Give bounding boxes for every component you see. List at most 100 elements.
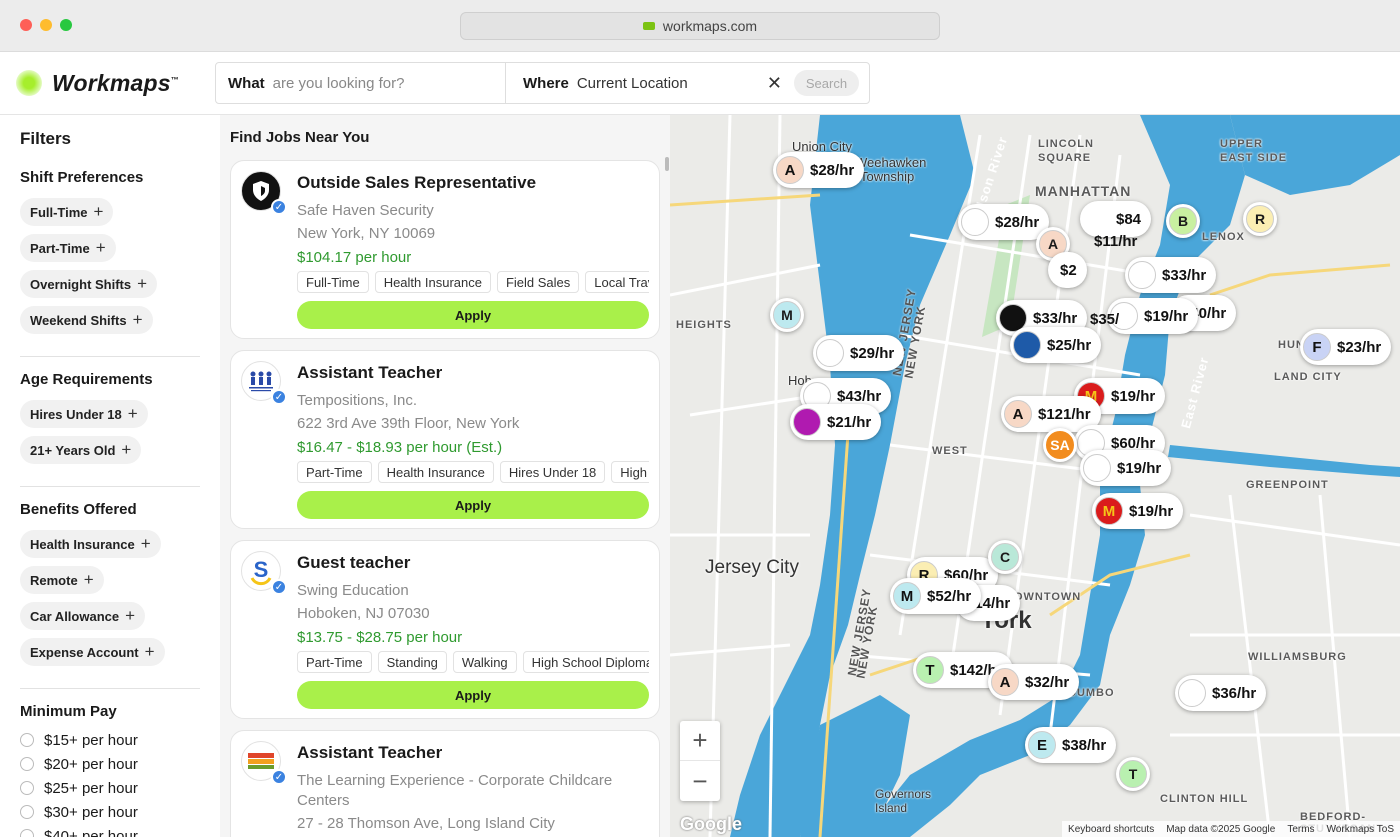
pay-option-25[interactable]: $25+ per hour [20, 776, 200, 800]
maximize-window-button[interactable] [60, 19, 72, 31]
what-input[interactable] [272, 74, 473, 92]
verified-badge-icon: ✓ [271, 199, 287, 215]
close-icon[interactable]: ✕ [767, 73, 782, 94]
scrollbar-thumb[interactable] [665, 157, 669, 171]
job-card[interactable]: S ✓ Guest teacher Swing Education Hoboke… [230, 540, 660, 719]
filter-chip-under-18[interactable]: Hires Under 18 + [20, 400, 148, 428]
job-pin[interactable]: E $38/hr [1025, 727, 1117, 763]
job-tag: Field Sales [496, 271, 580, 293]
pay-option-15[interactable]: $15+ per hour [20, 728, 200, 752]
apply-button[interactable]: Apply [297, 491, 649, 519]
job-tag: Hires Under 18 [499, 461, 606, 483]
job-pin[interactable]: M $19/hr [1092, 493, 1184, 529]
address-bar[interactable]: workmaps.com [460, 12, 940, 40]
zoom-in-button[interactable]: + [680, 721, 720, 761]
job-tag: Standing [377, 651, 447, 673]
site-favicon-icon [642, 22, 655, 30]
zoom-out-button[interactable]: − [680, 761, 720, 801]
filter-chip-car-allowance[interactable]: Car Allowance + [20, 602, 146, 630]
job-bubble[interactable]: SA [1043, 428, 1077, 462]
company-name: Swing Education [297, 582, 409, 599]
filter-chip-health-insurance[interactable]: Health Insurance + [20, 530, 161, 558]
job-card[interactable]: ✓ Assistant Teacher The Learning Experie… [230, 730, 660, 837]
radio-icon [20, 757, 34, 771]
job-pin[interactable]: $11/hr [1082, 223, 1147, 259]
filter-chip-weekend[interactable]: Weekend Shifts + [20, 306, 153, 334]
job-bubble[interactable]: B [1166, 204, 1200, 238]
job-title[interactable]: Assistant Teacher [297, 363, 442, 383]
filter-chip-full-time[interactable]: Full-Time + [20, 198, 114, 226]
pay-option-20[interactable]: $20+ per hour [20, 752, 200, 776]
map-label: Weehawken [855, 155, 927, 170]
browser-chrome: workmaps.com [0, 0, 1400, 52]
logo-text[interactable]: Workmaps™ [52, 70, 179, 97]
job-title[interactable]: Guest teacher [297, 553, 410, 573]
job-pin[interactable]: $29/hr [813, 335, 905, 371]
job-title[interactable]: Assistant Teacher [297, 743, 442, 763]
job-title[interactable]: Outside Sales Representative [297, 173, 536, 193]
map-attribution: Keyboard shortcuts Map data ©2025 Google… [1062, 821, 1400, 837]
job-bubble[interactable]: C [988, 540, 1022, 574]
google-logo: Google [680, 814, 742, 834]
what-label: What [228, 74, 265, 92]
apply-button[interactable]: Apply [297, 681, 649, 709]
plus-icon: + [144, 642, 155, 661]
pin-logo-icon [1128, 261, 1156, 289]
plus-icon: + [95, 238, 106, 257]
job-bubble[interactable]: M [770, 298, 804, 332]
job-card[interactable]: ✓ Outside Sales Representative Safe Have… [230, 160, 660, 339]
job-pin[interactable]: A $28/hr [773, 152, 865, 188]
workmaps-logo-icon[interactable] [16, 70, 42, 96]
where-input[interactable] [576, 74, 767, 92]
workmaps-tos-link[interactable]: Workmaps ToS [1327, 824, 1394, 835]
pin-avatar: A [1004, 400, 1032, 428]
where-label: Where [523, 74, 569, 92]
job-pin[interactable]: $2 [1048, 252, 1087, 288]
where-field[interactable]: Where ✕ Search [506, 70, 869, 96]
filter-chip-part-time[interactable]: Part-Time + [20, 234, 116, 262]
filter-chip-expense-account[interactable]: Expense Account + [20, 638, 165, 666]
job-pin[interactable]: A $32/hr [988, 664, 1080, 700]
close-window-button[interactable] [20, 19, 32, 31]
filter-chip-overnight[interactable]: Overnight Shifts + [20, 270, 158, 298]
job-pin[interactable]: $33/hr [1125, 257, 1217, 293]
map-label: WEST [932, 445, 968, 457]
filter-chip-remote[interactable]: Remote + [20, 566, 104, 594]
site-header: Workmaps™ What Where ✕ Search [0, 52, 1400, 115]
job-pin[interactable]: $28/hr [958, 204, 1050, 240]
search-button[interactable]: Search [794, 70, 859, 96]
job-tags: Part-Time Standing Walking High School Dipl… [297, 651, 649, 675]
pay-option-30[interactable]: $30+ per hour [20, 800, 200, 824]
job-pin[interactable]: $21/hr [790, 404, 882, 440]
pin-logo-icon [1178, 679, 1206, 707]
plus-icon: + [83, 570, 94, 589]
pay-option-40[interactable]: $40+ per hour [20, 824, 200, 837]
terms-link[interactable]: Terms [1287, 824, 1314, 835]
job-pin[interactable]: M $52/hr [890, 578, 982, 614]
job-pin[interactable]: F $23/hr [1300, 329, 1392, 365]
filter-chip-21-plus[interactable]: 21+ Years Old + [20, 436, 142, 464]
benefits-section: Benefits Offered Health Insurance + Remot… [20, 501, 200, 689]
apply-button[interactable]: Apply [297, 301, 649, 329]
job-card[interactable]: ✓ Assistant Teacher Tempositions, Inc. 6… [230, 350, 660, 529]
what-field[interactable]: What [216, 63, 506, 103]
map-view[interactable]: Union City Weehawken Township MANHATTAN … [670, 115, 1400, 837]
pin-avatar: A [776, 156, 804, 184]
minimize-window-button[interactable] [40, 19, 52, 31]
filters-panel: Filters Shift Preferences Full-Time + Par… [0, 115, 220, 837]
job-pin[interactable]: $25/hr [1010, 327, 1102, 363]
job-bubble[interactable]: T [1116, 757, 1150, 791]
job-tag: High School Diploma [611, 461, 649, 483]
keyboard-shortcuts-link[interactable]: Keyboard shortcuts [1068, 824, 1154, 835]
job-bubble[interactable]: R [1243, 202, 1277, 236]
pin-avatar: M [893, 582, 921, 610]
map-label: LENOX [1202, 231, 1245, 243]
job-pin[interactable]: $36/hr [1175, 675, 1267, 711]
map-label: LINCOLN SQUARE [1038, 138, 1094, 164]
job-location: Hoboken, NJ 07030 [297, 605, 430, 622]
job-tag: Part-Time [297, 651, 372, 673]
section-title: Benefits Offered [20, 501, 137, 518]
map-data-text: Map data ©2025 Google [1166, 823, 1276, 835]
job-pin[interactable]: $19/hr [1080, 450, 1172, 486]
company-name: Tempositions, Inc. [297, 392, 418, 409]
